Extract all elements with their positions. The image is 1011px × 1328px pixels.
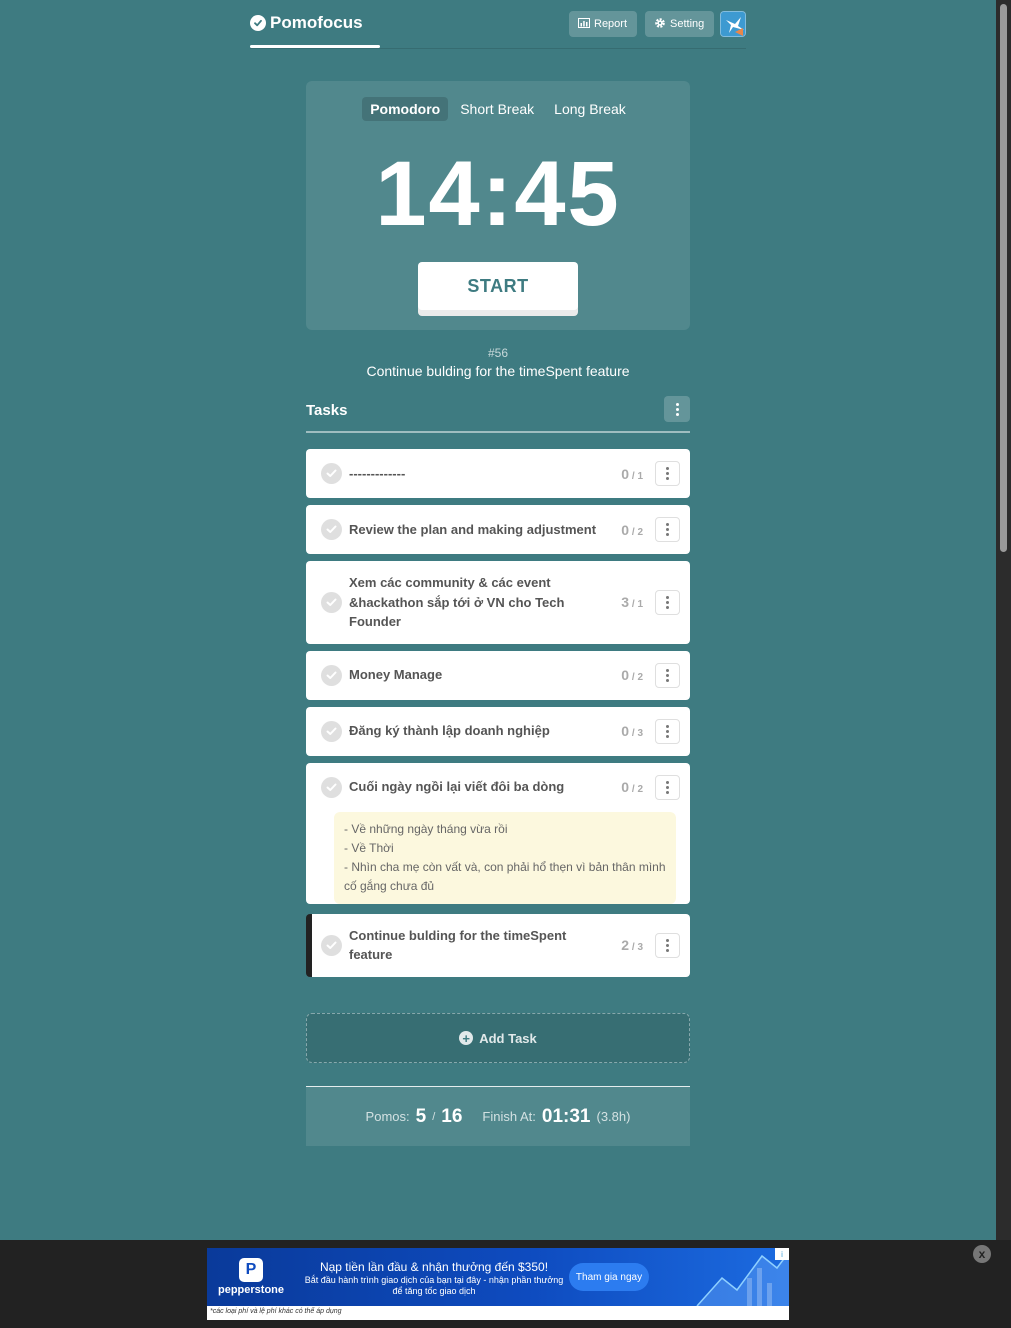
gear-icon (654, 17, 666, 32)
more-vertical-icon (666, 724, 669, 738)
plus-circle-icon: + (459, 1031, 474, 1045)
app-logo[interactable]: Pomofocus (250, 13, 363, 33)
task-menu-button[interactable] (655, 774, 680, 800)
ad-cta-button[interactable]: Tham gia ngay (569, 1263, 649, 1291)
task-title: Đăng ký thành lập doanh nghiệp (349, 723, 550, 739)
task-item[interactable]: Review the plan and making adjustment 0 … (306, 505, 690, 554)
user-avatar[interactable] (720, 11, 746, 37)
top-nav: Pomofocus Report Setting (250, 0, 746, 49)
tasks-menu-button[interactable] (664, 396, 690, 422)
task-note: - Về những ngày tháng vừa rồi - Về Thời … (334, 811, 676, 904)
task-item[interactable]: Xem các community & các event &hackathon… (306, 561, 690, 644)
task-pomo-count: 0 / 2 (621, 521, 643, 538)
task-title: Money Manage (349, 667, 443, 683)
task-check-icon[interactable] (321, 934, 342, 956)
task-title: Continue bulding for the timeSpent featu… (349, 927, 567, 963)
start-button[interactable]: START (418, 262, 578, 310)
task-title: Xem các community & các event &hackathon… (349, 575, 565, 629)
add-task-label: Add Task (479, 1030, 537, 1046)
check-circle-icon (250, 15, 266, 31)
task-menu-button[interactable] (655, 718, 680, 744)
task-item[interactable]: ------------- 0 / 1 (306, 449, 690, 498)
pepperstone-logo-icon: P (239, 1258, 263, 1282)
tasks-header: Tasks (306, 395, 690, 433)
pomos-total: 16 (441, 1105, 463, 1127)
timer-card: Pomodoro Short Break Long Break 14:45 ST… (306, 81, 690, 330)
task-pomo-count: 0 / 2 (621, 779, 643, 795)
tab-pomodoro[interactable]: Pomodoro (362, 97, 449, 121)
task-pomo-count: 0 / 1 (621, 465, 643, 482)
ad-chart-graphic (696, 1251, 789, 1306)
page-scrollbar[interactable] (996, 0, 1011, 1240)
ad-brand: P pepperstone (212, 1258, 290, 1296)
task-pomo-count: 0 / 3 (621, 723, 643, 739)
pomos-separator: / (432, 1110, 436, 1123)
more-vertical-icon (666, 467, 669, 480)
finish-duration: (3.8h) (596, 1109, 631, 1124)
task-menu-button[interactable] (655, 589, 680, 615)
ad-brand-name: pepperstone (217, 1284, 284, 1296)
current-task-title: Continue bulding for the timeSpent featu… (366, 363, 630, 379)
ad-banner[interactable]: P pepperstone Nạp tiền lần đầu & nhận th… (207, 1248, 789, 1320)
task-title: ------------- (349, 465, 406, 481)
setting-button[interactable]: Setting (645, 11, 714, 37)
more-vertical-icon (675, 402, 679, 416)
ad-subline: Bắt đầu hành trình giao dịch của bạn tại… (304, 1275, 564, 1296)
ad-bar: P pepperstone Nạp tiền lần đầu & nhận th… (0, 1240, 1011, 1328)
logo-underline (250, 45, 380, 48)
task-check-icon[interactable] (321, 720, 342, 742)
task-menu-button[interactable] (655, 662, 680, 688)
more-vertical-icon (666, 938, 669, 952)
task-list: ------------- 0 / 1 Review the plan and … (306, 449, 690, 984)
task-title: Review the plan and making adjustment (349, 521, 597, 537)
report-button[interactable]: Report (569, 11, 637, 37)
task-check-icon[interactable] (321, 519, 342, 540)
task-check-icon[interactable] (321, 591, 342, 613)
task-item[interactable]: Cuối ngày ngồi lại viết đôi ba dòng 0 / … (306, 762, 690, 904)
task-pomo-count: 0 / 2 (621, 667, 643, 683)
ad-footnote: *các loại phí và lệ phí khác có thể áp d… (207, 1306, 789, 1320)
task-menu-button[interactable] (655, 517, 680, 542)
task-item[interactable]: Đăng ký thành lập doanh nghiệp 0 / 3 (306, 706, 690, 756)
pomos-label: Pomos: (365, 1109, 410, 1124)
summary-bar: Pomos: 5 / 16 Finish At: 01:31 (3.8h) (306, 1086, 690, 1146)
tab-short-break[interactable]: Short Break (452, 97, 542, 121)
finish-label: Finish At: (482, 1109, 536, 1124)
task-pomo-count: 2 / 3 (621, 937, 643, 953)
more-vertical-icon (666, 523, 669, 536)
more-vertical-icon (666, 595, 669, 609)
add-task-button[interactable]: + Add Task (306, 1013, 690, 1063)
ad-headline: Nạp tiền lần đầu & nhận thưởng đến $350! (319, 1260, 549, 1274)
tab-long-break[interactable]: Long Break (546, 97, 634, 121)
scrollbar-thumb[interactable] (1000, 4, 1007, 552)
pomos-done: 5 (415, 1105, 427, 1127)
task-check-icon[interactable] (321, 776, 342, 798)
task-title: Cuối ngày ngồi lại viết đôi ba dòng (349, 779, 565, 795)
bar-chart-icon (578, 17, 590, 31)
task-menu-button[interactable] (655, 932, 680, 958)
setting-label: Setting (670, 18, 705, 30)
current-task-number: #56 (487, 346, 509, 360)
task-pomo-count: 3 / 1 (621, 594, 643, 611)
mode-tabs: Pomodoro Short Break Long Break (306, 97, 690, 121)
task-menu-button[interactable] (655, 461, 680, 486)
app-name: Pomofocus (270, 13, 363, 32)
more-vertical-icon (666, 668, 669, 682)
task-check-icon[interactable] (321, 664, 342, 686)
timer-display: 14:45 (375, 143, 621, 245)
tasks-title: Tasks (306, 402, 348, 419)
task-item-active[interactable]: Continue bulding for the timeSpent featu… (306, 913, 690, 977)
finish-time: 01:31 (541, 1105, 591, 1127)
more-vertical-icon (666, 780, 669, 794)
report-label: Report (594, 18, 628, 30)
task-item[interactable]: Money Manage 0 / 2 (306, 650, 690, 700)
task-check-icon[interactable] (321, 463, 342, 484)
ad-close-button[interactable]: x (973, 1245, 991, 1263)
ad-info-icon[interactable]: i (775, 1248, 789, 1260)
